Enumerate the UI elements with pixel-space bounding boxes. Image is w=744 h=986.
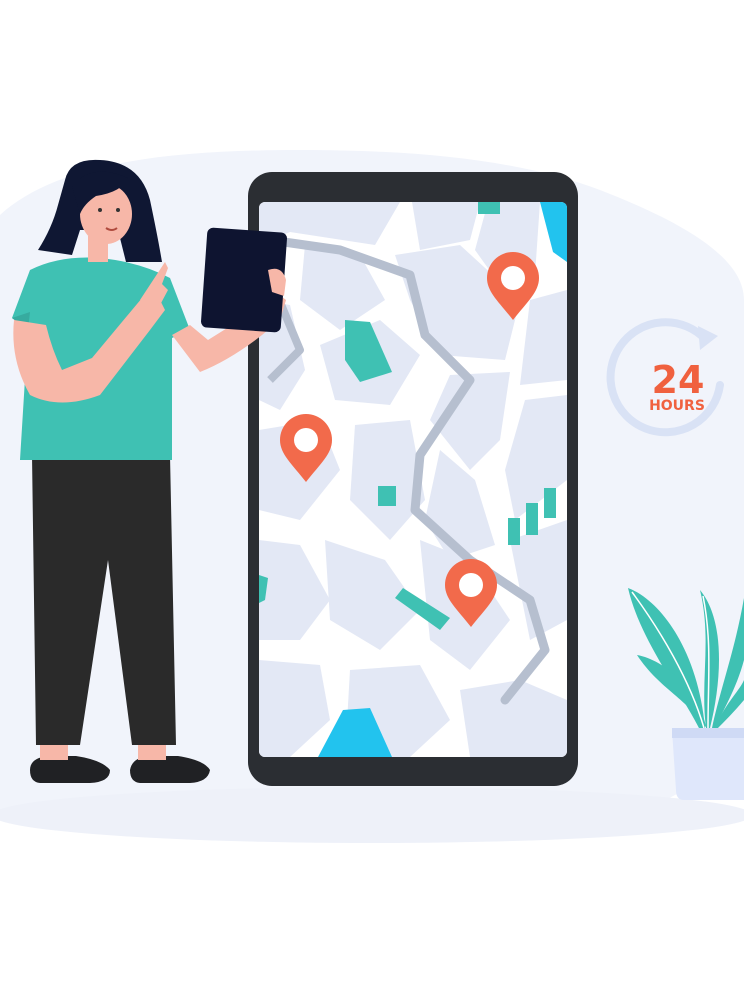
location-tracking-illustration: 24 HOURS — [0, 150, 744, 843]
map-screen[interactable] — [259, 202, 567, 757]
badge-number: 24 — [652, 358, 705, 402]
badge-label: HOURS — [649, 398, 705, 414]
plant-pot — [672, 730, 744, 800]
park-square — [378, 486, 396, 506]
phone — [248, 172, 578, 786]
